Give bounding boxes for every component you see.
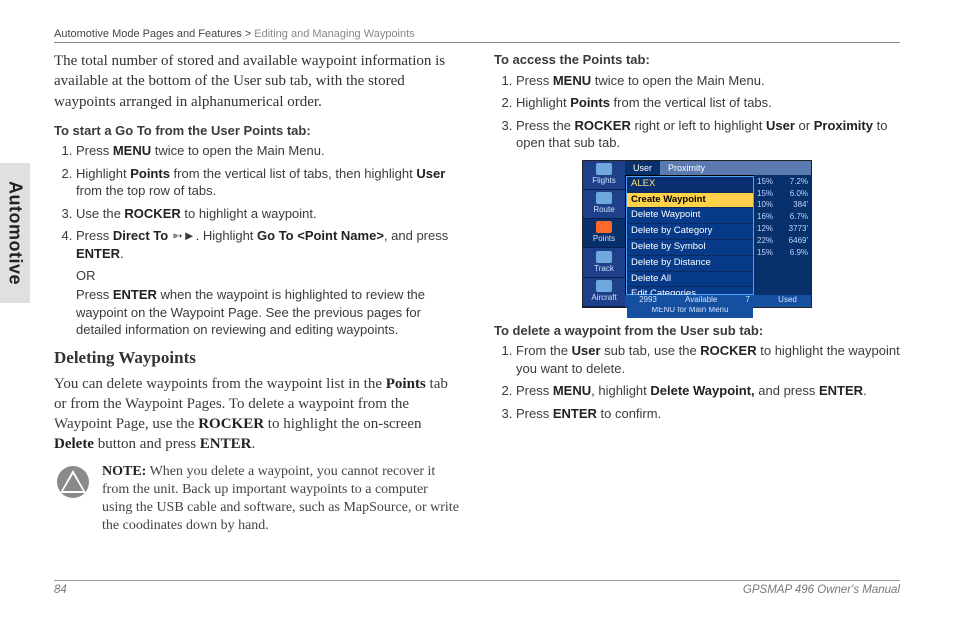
list-item: Use the ROCKER to highlight a waypoint. xyxy=(76,205,460,223)
shot-sidebar: Flights Route Points Track Aircraft xyxy=(583,161,625,307)
list-item: Press MENU twice to open the Main Menu. xyxy=(516,72,900,90)
procedure1-list: Press MENU twice to open the Main Menu. … xyxy=(54,142,460,338)
shot-side-aircraft: Aircraft xyxy=(583,278,625,307)
procedure3-list: From the User sub tab, use the ROCKER to… xyxy=(494,342,900,422)
note-block: NOTE: When you delete a waypoint, you ca… xyxy=(54,463,460,536)
deleting-waypoints-body: You can delete waypoints from the waypoi… xyxy=(54,374,460,455)
shot-waypoint-list: 15%7.2% 15%6.0% 10%384' 16%6.7% 12%3773'… xyxy=(754,175,811,295)
warning-triangle-icon xyxy=(54,463,92,501)
direct-to-icon: ➳► xyxy=(172,228,196,243)
intro-paragraph: The total number of stored and available… xyxy=(54,51,460,112)
list-item: Press ENTER to confirm. xyxy=(516,405,900,423)
list-item: Press Direct To ➳►. Highlight Go To <Poi… xyxy=(76,227,460,338)
shot-side-route: Route xyxy=(583,190,625,219)
shot-side-points: Points xyxy=(583,219,625,248)
list-item: Highlight Points from the vertical list … xyxy=(76,165,460,200)
shot-tab-user: User xyxy=(625,161,660,175)
shot-menu-create: Create Waypoint xyxy=(627,193,753,209)
breadcrumb-main: Automotive Mode Pages and Features > xyxy=(54,28,251,40)
shot-tab-proximity: Proximity xyxy=(660,161,713,175)
breadcrumb: Automotive Mode Pages and Features > Edi… xyxy=(54,28,900,43)
list-item: From the User sub tab, use the ROCKER to… xyxy=(516,342,900,377)
shot-side-track: Track xyxy=(583,248,625,277)
note-text: NOTE: When you delete a waypoint, you ca… xyxy=(102,463,460,536)
page-footer: 84 GPSMAP 496 Owner's Manual xyxy=(54,580,900,596)
shot-context-menu: ALEX Create Waypoint Delete Waypoint Del… xyxy=(626,176,754,295)
procedure1-title: To start a Go To from the User Points ta… xyxy=(54,122,460,140)
list-item: Press MENU, highlight Delete Waypoint, a… xyxy=(516,382,900,400)
section-side-tab: Automotive xyxy=(0,163,30,303)
side-tab-label: Automotive xyxy=(5,181,26,285)
deleting-waypoints-heading: Deleting Waypoints xyxy=(54,347,460,370)
procedure3-title: To delete a waypoint from the User sub t… xyxy=(494,322,900,340)
shot-tabs: User Proximity xyxy=(625,161,811,175)
breadcrumb-sub: Editing and Managing Waypoints xyxy=(254,28,414,40)
list-item: Press MENU twice to open the Main Menu. xyxy=(76,142,460,160)
manual-title: GPSMAP 496 Owner's Manual xyxy=(743,584,900,596)
list-item: Press the ROCKER right or left to highli… xyxy=(516,117,900,152)
left-column: The total number of stored and available… xyxy=(54,51,460,535)
device-screenshot: Flights Route Points Track Aircraft User… xyxy=(582,160,812,308)
procedure2-list: Press MENU twice to open the Main Menu. … xyxy=(494,72,900,152)
right-column: To access the Points tab: Press MENU twi… xyxy=(494,51,900,535)
procedure2-title: To access the Points tab: xyxy=(494,51,900,69)
shot-side-flights: Flights xyxy=(583,161,625,190)
shot-footer: 2993 Available 7 Used xyxy=(625,295,811,307)
page-number: 84 xyxy=(54,584,67,596)
list-item: Highlight Points from the vertical list … xyxy=(516,94,900,112)
